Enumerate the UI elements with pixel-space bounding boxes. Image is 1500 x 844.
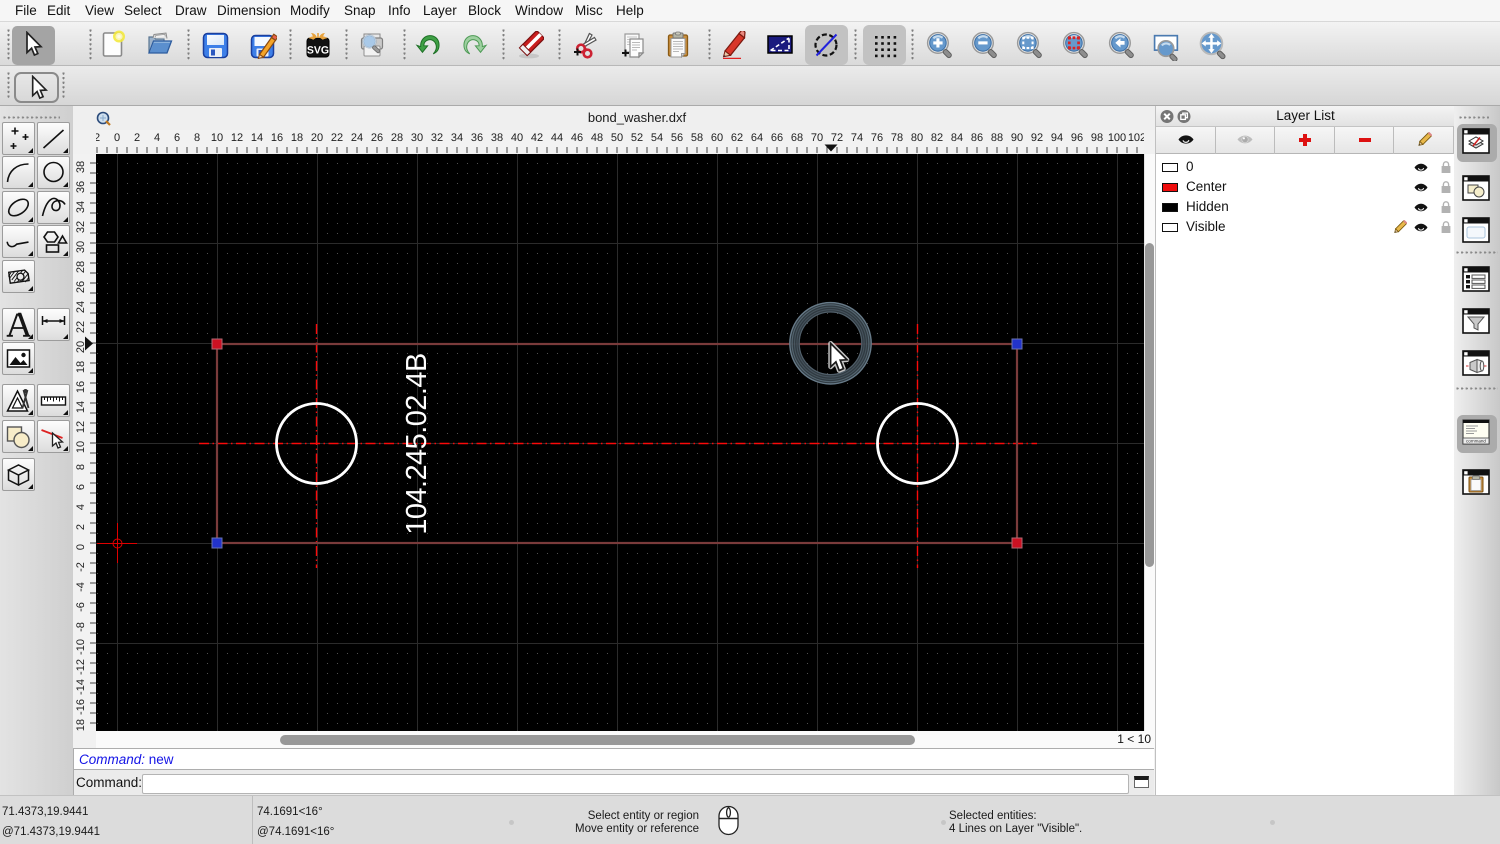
svg-text:12: 12 xyxy=(75,421,87,433)
svg-text:70: 70 xyxy=(811,132,823,144)
svg-text:-18: -18 xyxy=(75,719,87,731)
svg-text:32: 32 xyxy=(431,132,443,144)
svg-text:92: 92 xyxy=(1031,132,1043,144)
svg-text:98: 98 xyxy=(1091,132,1103,144)
svg-text:104.245.02.4B: 104.245.02.4B xyxy=(401,353,433,535)
svg-text:42: 42 xyxy=(531,132,543,144)
svg-text:-2: -2 xyxy=(75,562,87,572)
svg-text:26: 26 xyxy=(75,281,87,293)
svg-text:90: 90 xyxy=(1011,132,1023,144)
svg-text:32: 32 xyxy=(75,221,87,233)
svg-text:64: 64 xyxy=(751,132,763,144)
svg-text:40: 40 xyxy=(511,132,523,144)
svg-text:34: 34 xyxy=(451,132,463,144)
svg-text:58: 58 xyxy=(691,132,703,144)
svg-text:62: 62 xyxy=(731,132,743,144)
svg-text:10: 10 xyxy=(211,132,223,144)
svg-text:94: 94 xyxy=(1051,132,1063,144)
svg-text:14: 14 xyxy=(251,132,263,144)
svg-text:76: 76 xyxy=(871,132,883,144)
svg-text:48: 48 xyxy=(591,132,603,144)
svg-text:SVG: SVG xyxy=(307,45,329,57)
svg-text:4: 4 xyxy=(154,132,160,144)
svg-text:-12: -12 xyxy=(75,659,87,675)
svg-text:28: 28 xyxy=(391,132,403,144)
svg-text:80: 80 xyxy=(911,132,923,144)
svg-text:22: 22 xyxy=(75,321,87,333)
svg-text:84: 84 xyxy=(951,132,963,144)
svg-text:0: 0 xyxy=(75,544,87,550)
svg-text:-10: -10 xyxy=(75,639,87,655)
svg-text:102: 102 xyxy=(1128,132,1144,144)
svg-text:-4: -4 xyxy=(75,582,87,592)
svg-text:-6: -6 xyxy=(75,602,87,612)
svg-text:44: 44 xyxy=(551,132,563,144)
svg-text:-14: -14 xyxy=(75,679,87,695)
svg-text:30: 30 xyxy=(411,132,423,144)
svg-text:38: 38 xyxy=(491,132,503,144)
svg-text:16: 16 xyxy=(271,132,283,144)
svg-text:34: 34 xyxy=(75,201,87,213)
svg-text:20: 20 xyxy=(311,132,323,144)
svg-text:6: 6 xyxy=(75,484,87,490)
svg-text:24: 24 xyxy=(75,301,87,313)
svg-text:78: 78 xyxy=(891,132,903,144)
svg-text:100: 100 xyxy=(1108,132,1126,144)
svg-text:10: 10 xyxy=(75,441,87,453)
svg-text:16: 16 xyxy=(75,381,87,393)
svg-text:36: 36 xyxy=(471,132,483,144)
svg-text:38: 38 xyxy=(75,161,87,173)
svg-text:54: 54 xyxy=(651,132,663,144)
svg-text:36: 36 xyxy=(75,181,87,193)
svg-text:18: 18 xyxy=(291,132,303,144)
svg-text:26: 26 xyxy=(371,132,383,144)
svg-text:-16: -16 xyxy=(75,699,87,715)
svg-text:24: 24 xyxy=(351,132,363,144)
svg-text:8: 8 xyxy=(194,132,200,144)
svg-text:22: 22 xyxy=(331,132,343,144)
svg-text:-8: -8 xyxy=(75,622,87,632)
svg-text:74: 74 xyxy=(851,132,863,144)
svg-text:2: 2 xyxy=(75,524,87,530)
svg-text:8: 8 xyxy=(75,464,87,470)
svg-text:50: 50 xyxy=(611,132,623,144)
svg-text:88: 88 xyxy=(991,132,1003,144)
svg-text:4: 4 xyxy=(75,504,87,510)
svg-text:18: 18 xyxy=(75,361,87,373)
svg-text:14: 14 xyxy=(75,401,87,413)
svg-text:12: 12 xyxy=(231,132,243,144)
svg-text:6: 6 xyxy=(174,132,180,144)
svg-text:86: 86 xyxy=(971,132,983,144)
svg-text:command: command xyxy=(1466,439,1486,444)
svg-text:82: 82 xyxy=(931,132,943,144)
svg-text:96: 96 xyxy=(1071,132,1083,144)
svg-text:0: 0 xyxy=(114,132,120,144)
svg-text:2: 2 xyxy=(134,132,140,144)
svg-text:52: 52 xyxy=(631,132,643,144)
svg-text:28: 28 xyxy=(75,261,87,273)
svg-text:2: 2 xyxy=(96,132,100,144)
svg-text:56: 56 xyxy=(671,132,683,144)
svg-text:68: 68 xyxy=(791,132,803,144)
svg-text:72: 72 xyxy=(831,132,843,144)
svg-text:30: 30 xyxy=(75,241,87,253)
svg-text:60: 60 xyxy=(711,132,723,144)
svg-text:46: 46 xyxy=(571,132,583,144)
svg-text:66: 66 xyxy=(771,132,783,144)
